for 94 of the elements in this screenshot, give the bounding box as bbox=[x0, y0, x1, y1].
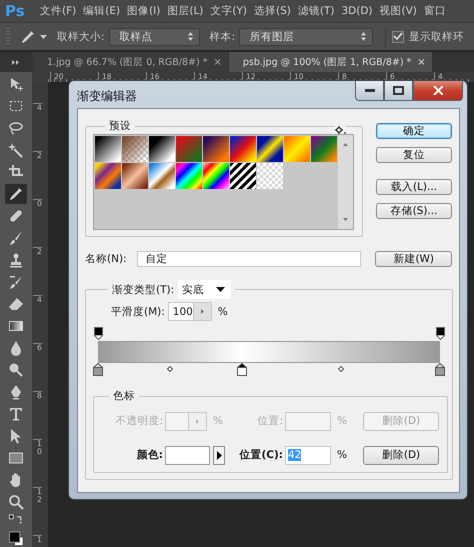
minimize-button[interactable] bbox=[355, 81, 384, 101]
dropdown[interactable]: 取样点 bbox=[108, 28, 200, 46]
close-button[interactable]: × bbox=[417, 56, 426, 68]
dialog-button[interactable]: 载入(L)... bbox=[376, 179, 452, 195]
midpoint-icon[interactable] bbox=[338, 366, 344, 372]
close-button[interactable] bbox=[413, 81, 463, 101]
gradient-swatch[interactable] bbox=[95, 136, 121, 162]
field-label: 颜色: bbox=[136, 448, 163, 462]
opacity-stop[interactable] bbox=[436, 327, 444, 340]
gradient-swatch[interactable] bbox=[230, 136, 256, 162]
field-label: 不透明度: bbox=[114, 414, 163, 428]
dialog-title: 渐变编辑器 bbox=[77, 88, 137, 105]
unit-label: % bbox=[213, 415, 223, 427]
color-swatches-icon[interactable] bbox=[8, 531, 24, 546]
gradient-swatch[interactable] bbox=[176, 163, 202, 189]
field-label: 样本: bbox=[210, 30, 236, 44]
dialog-button[interactable]: 确定 bbox=[376, 123, 452, 139]
gradient-swatch[interactable] bbox=[203, 136, 229, 162]
menu-item[interactable]: 视图(V) bbox=[380, 4, 417, 18]
field-label: 平滑度(M): bbox=[111, 304, 165, 318]
color-swatch[interactable] bbox=[165, 446, 210, 464]
menu-item[interactable]: 文件(F) bbox=[40, 4, 76, 18]
up-arrow-icon[interactable] bbox=[343, 143, 348, 146]
gradient-swatch[interactable] bbox=[149, 163, 175, 189]
menu-item[interactable]: 编辑(E) bbox=[83, 4, 120, 18]
position-field[interactable] bbox=[285, 412, 331, 430]
gradient-swatch[interactable] bbox=[311, 136, 337, 162]
document-tab[interactable]: 1.jpg @ 66.7% (图层 0, RGB/8#) * × bbox=[33, 52, 228, 72]
gradient-swatch[interactable] bbox=[122, 136, 148, 162]
unit-label: % bbox=[337, 415, 347, 427]
field-label: 名称(N): bbox=[85, 252, 128, 266]
down-arrow-icon[interactable] bbox=[343, 218, 348, 221]
scrollbar[interactable] bbox=[338, 135, 353, 229]
name-field[interactable]: 自定 bbox=[136, 251, 362, 267]
gradient-swatch[interactable] bbox=[149, 136, 175, 162]
settings-icon[interactable] bbox=[335, 126, 346, 134]
app-logo: Ps bbox=[5, 2, 26, 20]
color-menu-button[interactable] bbox=[213, 446, 225, 464]
double-chevron-icon[interactable] bbox=[12, 60, 19, 64]
field-value: 42 bbox=[288, 448, 302, 460]
maximize-button[interactable] bbox=[384, 81, 413, 101]
caret-icon[interactable] bbox=[40, 34, 47, 38]
document-tab[interactable]: psb.jpg @ 100% (图层 1, RGB/8#) * × bbox=[228, 52, 432, 72]
dialog-button[interactable]: 存储(S)... bbox=[376, 203, 452, 219]
menu-item[interactable]: 图层(L) bbox=[167, 4, 204, 18]
field-label: 渐变类型(T): bbox=[112, 282, 174, 296]
smoothness-field[interactable]: 100 bbox=[168, 302, 212, 321]
gradient-swatch[interactable] bbox=[257, 136, 283, 162]
color-stop[interactable] bbox=[236, 363, 247, 376]
gradient-swatch[interactable] bbox=[95, 163, 121, 189]
stepper-button[interactable] bbox=[192, 303, 211, 320]
menu-item[interactable]: 滤镜(T) bbox=[298, 4, 334, 18]
field-label: 取样大小: bbox=[57, 30, 105, 44]
unit-label: % bbox=[337, 449, 347, 461]
opacity-field[interactable] bbox=[165, 412, 207, 430]
eyedropper-icon[interactable] bbox=[20, 28, 36, 44]
gradient-swatch[interactable] bbox=[203, 163, 229, 189]
menu-item[interactable]: 3D(D) bbox=[341, 5, 373, 17]
eyedropper-icon[interactable] bbox=[5, 184, 27, 204]
color-stop[interactable] bbox=[435, 363, 445, 376]
gradient-swatch[interactable] bbox=[284, 136, 310, 162]
dropdown[interactable]: 所有图层 bbox=[239, 28, 374, 46]
midpoint-icon[interactable] bbox=[166, 366, 173, 372]
unit-label: % bbox=[218, 306, 228, 318]
gradient-type-dropdown[interactable]: 实底 bbox=[178, 280, 232, 299]
triangle-icon bbox=[216, 450, 222, 460]
gradient-swatch[interactable] bbox=[122, 163, 148, 189]
minimize-icon bbox=[364, 89, 374, 92]
right-arrow-icon bbox=[200, 309, 204, 314]
updown-arrow-icon bbox=[361, 32, 366, 41]
new-button[interactable]: 新建(W) bbox=[375, 251, 452, 267]
menu-item[interactable]: 窗口 bbox=[424, 4, 446, 18]
menu-item[interactable]: 图像(I) bbox=[127, 4, 160, 18]
dialog-button[interactable]: 复位 bbox=[376, 147, 452, 163]
close-button[interactable]: × bbox=[213, 56, 222, 68]
caret-icon bbox=[216, 287, 226, 292]
gradient-swatch[interactable] bbox=[176, 136, 202, 162]
checkbox[interactable] bbox=[392, 30, 404, 42]
gradient-swatch[interactable] bbox=[257, 163, 283, 189]
field-label: 位置: bbox=[256, 414, 283, 428]
gradient-swatch[interactable] bbox=[230, 163, 256, 189]
field-label: 位置(C): bbox=[238, 448, 283, 462]
group-label: 预设 bbox=[109, 120, 131, 132]
menu-item[interactable]: 选择(S) bbox=[254, 4, 291, 18]
right-arrow-icon bbox=[196, 418, 199, 424]
delete-button[interactable]: 删除(D) bbox=[363, 446, 439, 464]
color-stop[interactable] bbox=[93, 363, 103, 376]
close-icon bbox=[433, 86, 443, 95]
opacity-stop[interactable] bbox=[94, 327, 102, 340]
updown-arrow-icon bbox=[188, 32, 193, 41]
maximize-icon bbox=[393, 86, 404, 95]
menu-item[interactable]: 文字(Y) bbox=[210, 4, 248, 18]
checkbox-label: 显示取样环 bbox=[409, 30, 464, 44]
group-label: 色标 bbox=[113, 390, 135, 402]
